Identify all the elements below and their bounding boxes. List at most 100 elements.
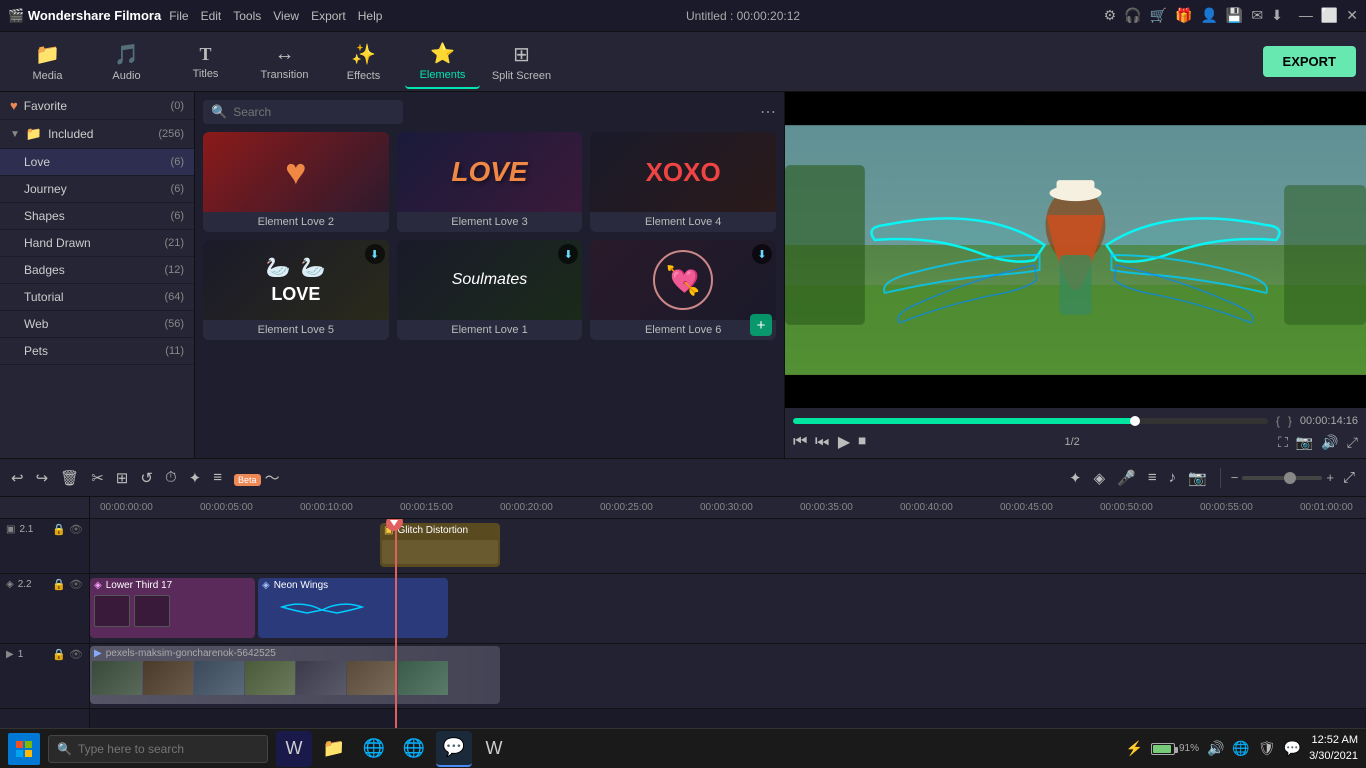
rotate-button[interactable]: ↺ [137, 466, 156, 490]
fx-button[interactable]: ✦ [1066, 466, 1085, 490]
subtitle-icon[interactable]: ≡ [1145, 466, 1160, 489]
zoom-slider[interactable] [1242, 476, 1322, 480]
menu-export[interactable]: Export [311, 9, 346, 23]
settings-icon[interactable]: ⚙ [1104, 7, 1117, 24]
toolbar-elements[interactable]: ⭐ Elements [405, 35, 480, 89]
search-input[interactable] [233, 105, 383, 119]
element-card-love2[interactable]: ♥ Element Love 2 [203, 132, 389, 232]
element-card-love1[interactable]: Soulmates ⬇ Element Love 1 [397, 240, 583, 340]
toolbar-effects[interactable]: ✨ Effects [326, 35, 401, 89]
track1-eye-icon[interactable]: 👁 [69, 523, 83, 536]
taskbar-app-word[interactable]: W [476, 731, 512, 767]
track1-lock-icon[interactable]: 🔒 [52, 523, 66, 536]
menu-file[interactable]: File [169, 9, 188, 23]
crop-button[interactable]: ⊞ [113, 466, 132, 490]
fullscreen-preview-icon[interactable]: ⛶ [1278, 434, 1288, 451]
zoom-out-button[interactable]: − [1231, 470, 1239, 485]
taskbar-app-filmora[interactable]: 💬 [436, 731, 472, 767]
taskbar-app-explorer[interactable]: 📁 [316, 731, 352, 767]
track2-eye-icon[interactable]: 👁 [69, 578, 83, 591]
audio-button[interactable]: ≡ [210, 466, 225, 489]
snapshot-icon[interactable]: 📷 [1185, 466, 1210, 490]
taskbar-app-chrome1[interactable]: 🌐 [356, 731, 392, 767]
progress-bar[interactable] [793, 418, 1268, 424]
close-button[interactable]: ✕ [1346, 7, 1358, 24]
cut-button[interactable]: ✂ [88, 466, 107, 490]
panel-love[interactable]: Love (6) [0, 149, 194, 175]
camera-icon[interactable]: 📷 [1296, 434, 1313, 451]
menu-help[interactable]: Help [358, 9, 383, 23]
element-card-love3[interactable]: LOVE Element Love 3 [397, 132, 583, 232]
rewind-button[interactable]: ⏮ [793, 433, 807, 451]
panel-web[interactable]: Web (56) [0, 311, 194, 337]
volume-icon[interactable]: 🔊 [1321, 434, 1338, 451]
expand-icon[interactable]: ⤢ [1347, 434, 1358, 451]
toolbar-splitscreen[interactable]: ⊞ Split Screen [484, 35, 559, 89]
zoom-thumb[interactable] [1284, 472, 1296, 484]
element-card-love6[interactable]: 💘 ⬇ + Element Love 6 [590, 240, 776, 340]
menu-view[interactable]: View [273, 9, 299, 23]
progress-handle[interactable] [1130, 416, 1140, 426]
stop-button[interactable]: ⏹ [858, 433, 866, 451]
volume-taskbar-icon[interactable]: 🔊 [1207, 740, 1224, 757]
taskbar-search-input[interactable] [78, 742, 258, 756]
minimize-button[interactable]: — [1299, 7, 1313, 24]
panel-shapes[interactable]: Shapes (6) [0, 203, 194, 229]
element-card-love5[interactable]: 🦢 🦢 LOVE ⬇ Element Love 5 [203, 240, 389, 340]
panel-badges[interactable]: Badges (12) [0, 257, 194, 283]
element-thumb-love3: LOVE [397, 132, 583, 212]
add-button-love6[interactable]: + [750, 314, 772, 336]
music-icon[interactable]: ♪ [1166, 466, 1180, 489]
playhead[interactable] [395, 519, 397, 756]
clip-lower-third[interactable]: ◈ Lower Third 17 [90, 578, 255, 638]
security-icon[interactable]: 🛡 [1258, 740, 1276, 757]
voiceover-icon[interactable]: 🎤 [1114, 466, 1139, 490]
track2-lock-icon[interactable]: 🔒 [52, 578, 66, 591]
save-icon[interactable]: 💾 [1226, 7, 1243, 24]
redo-button[interactable]: ↪ [33, 466, 52, 490]
toolbar-transition[interactable]: ↔ Transition [247, 35, 322, 89]
gift-icon[interactable]: 🎁 [1175, 7, 1192, 24]
menu-tools[interactable]: Tools [233, 9, 261, 23]
toolbar-media[interactable]: 📁 Media [10, 35, 85, 89]
taskbar-search[interactable]: 🔍 [48, 735, 268, 763]
delete-button[interactable]: 🗑 [57, 466, 82, 490]
clip-video-pexels[interactable]: ▶ pexels-maksim-goncharenok-5642525 [90, 646, 500, 704]
panel-journey[interactable]: Journey (6) [0, 176, 194, 202]
notification-icon[interactable]: 💬 [1284, 740, 1301, 757]
panel-tutorial[interactable]: Tutorial (64) [0, 284, 194, 310]
download-icon[interactable]: ⬇ [1271, 7, 1283, 24]
mail-icon[interactable]: ✉ [1251, 7, 1263, 24]
search-box[interactable]: 🔍 [203, 100, 403, 124]
headset-icon[interactable]: 🎧 [1124, 7, 1141, 24]
play-button[interactable]: ▶ [838, 432, 850, 452]
panel-favorite[interactable]: ♥ Favorite (0) [0, 92, 194, 119]
user-icon[interactable]: 👤 [1200, 7, 1217, 24]
element-card-love4[interactable]: XOXO Element Love 4 [590, 132, 776, 232]
taskbar-app-chrome2[interactable]: 🌐 [396, 731, 432, 767]
network-icon[interactable]: 🌐 [1232, 740, 1249, 757]
panel-included[interactable]: ▼ 📁 Included (256) [0, 120, 194, 148]
toolbar-audio[interactable]: 🎵 Audio [89, 35, 164, 89]
export-button[interactable]: EXPORT [1263, 46, 1356, 77]
toolbar-titles[interactable]: T Titles [168, 35, 243, 89]
start-button[interactable] [8, 733, 40, 765]
panel-hand-drawn[interactable]: Hand Drawn (21) [0, 230, 194, 256]
maximize-button[interactable]: ⬜ [1321, 7, 1338, 24]
wave-button[interactable]: Beta 〜 [231, 464, 283, 491]
color-button[interactable]: ✦ [186, 466, 205, 490]
step-back-button[interactable]: ⏭ [815, 433, 829, 451]
track3-lock-icon[interactable]: 🔒 [52, 648, 66, 661]
clip-neon-wings[interactable]: ◈ Neon Wings [258, 578, 448, 638]
stabilize-icon[interactable]: ◈ [1091, 466, 1109, 490]
undo-button[interactable]: ↩ [8, 466, 27, 490]
grid-toggle-button[interactable]: ⋯ [760, 102, 776, 122]
timer-button[interactable]: ⏱ [162, 466, 180, 489]
taskbar-app-edge[interactable]: W [276, 731, 312, 767]
expand-timeline-button[interactable]: ⤢ [1340, 466, 1358, 489]
track3-eye-icon[interactable]: 👁 [69, 648, 83, 661]
cart-icon[interactable]: 🛒 [1150, 7, 1167, 24]
menu-edit[interactable]: Edit [201, 9, 222, 23]
zoom-in-button[interactable]: + [1326, 470, 1334, 485]
panel-pets[interactable]: Pets (11) [0, 338, 194, 364]
